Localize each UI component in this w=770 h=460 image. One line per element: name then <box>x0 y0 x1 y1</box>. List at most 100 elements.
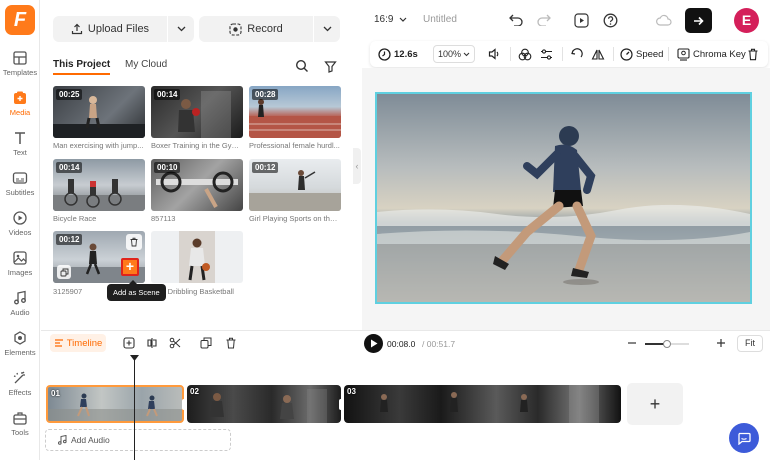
speedometer-icon <box>620 47 633 61</box>
play-button[interactable] <box>364 334 383 353</box>
color-button[interactable] <box>518 41 532 67</box>
rail-item-effects[interactable]: Effects <box>0 370 40 408</box>
undo-button[interactable] <box>507 11 525 29</box>
record-icon <box>229 22 242 36</box>
zoom-in-button[interactable] <box>714 336 728 350</box>
rail-item-elements[interactable]: Elements <box>0 330 40 368</box>
flip-button[interactable] <box>591 41 605 67</box>
layers-icon <box>60 268 68 276</box>
rotate-button[interactable] <box>570 41 583 67</box>
plus-icon <box>717 339 725 347</box>
export-button[interactable] <box>685 8 712 33</box>
effects-icon <box>13 371 25 384</box>
timeline-clip[interactable]: 01 <box>46 385 184 423</box>
clip-frames-image <box>48 393 182 421</box>
rail-item-text[interactable]: Text <box>0 130 40 168</box>
screen-record-button[interactable] <box>572 11 590 29</box>
redo-button[interactable] <box>535 11 553 29</box>
media-panel: Upload Files Record This Project My Clou… <box>41 0 354 330</box>
images-icon <box>13 251 27 265</box>
scene-button[interactable] <box>57 265 71 279</box>
delete-media-button[interactable] <box>126 234 142 250</box>
delete-button[interactable] <box>224 336 238 350</box>
zoom-slider-handle[interactable] <box>663 340 671 348</box>
rail-item-templates[interactable]: Templates <box>0 50 40 88</box>
duration-badge: 00:12 <box>252 162 279 173</box>
app-logo[interactable]: F <box>5 5 35 35</box>
media-thumbnail[interactable]: 00:14 <box>151 86 243 138</box>
tab-my-cloud[interactable]: My Cloud <box>125 59 167 73</box>
rail-item-videos[interactable]: Videos <box>0 210 40 248</box>
add-clip-button[interactable]: + <box>627 383 683 425</box>
duration-badge: 00:28 <box>252 89 279 100</box>
cut-button[interactable] <box>168 336 182 350</box>
zoom-out-button[interactable] <box>625 336 639 350</box>
aspect-ratio-selector[interactable]: 16:9 <box>374 14 407 25</box>
search-icon <box>295 59 308 72</box>
rail-item-audio[interactable]: Audio <box>0 290 40 328</box>
media-label: Girl Playing Sports on the ... <box>249 214 341 223</box>
upload-files-button[interactable]: Upload Files <box>53 16 167 42</box>
timeline-zoom-slider[interactable] <box>645 340 689 348</box>
media-thumbnail[interactable]: 00:12 <box>249 159 341 211</box>
chroma-key-button[interactable]: Chroma Key <box>677 41 746 67</box>
rail-label: Media <box>9 108 31 117</box>
timeline-label: Timeline <box>66 337 103 349</box>
record-button[interactable]: Record <box>199 16 313 42</box>
add-audio-button[interactable]: Add Audio <box>45 429 231 451</box>
project-title[interactable]: Untitled <box>423 14 457 25</box>
record-dropdown-button[interactable] <box>314 16 340 42</box>
rotate-icon <box>571 47 583 57</box>
fit-button[interactable]: Fit <box>737 335 763 352</box>
media-label: 857113 <box>151 214 176 223</box>
split-button[interactable] <box>145 336 159 350</box>
tab-this-project[interactable]: This Project <box>53 59 111 75</box>
help-button[interactable] <box>601 11 619 29</box>
toolbar-divider <box>668 47 669 61</box>
adjust-button[interactable] <box>540 41 553 67</box>
media-thumbnail[interactable] <box>151 231 243 283</box>
timeline-toggle-button[interactable]: Timeline <box>50 334 106 352</box>
timeline-icon <box>54 339 63 347</box>
scissors-icon <box>169 337 181 349</box>
chevron-down-icon <box>323 26 331 32</box>
trash-icon <box>748 48 758 60</box>
rail-label: Images <box>7 268 33 277</box>
speed-label: Speed <box>636 48 664 60</box>
delete-clip-button[interactable] <box>747 41 759 67</box>
media-thumbnail[interactable]: 00:25 <box>53 86 145 138</box>
rail-item-tools[interactable]: Tools <box>0 410 40 448</box>
upload-icon <box>71 23 83 35</box>
playhead[interactable] <box>134 355 135 460</box>
volume-button[interactable] <box>488 41 501 67</box>
duration-button[interactable]: 12.6s <box>378 41 418 67</box>
speed-button[interactable]: Speed <box>620 41 663 67</box>
add-as-scene-button[interactable]: + <box>121 258 139 276</box>
duplicate-button[interactable] <box>199 336 213 350</box>
rail-item-images[interactable]: Images <box>0 250 40 288</box>
rail-item-subtitles[interactable]: Subtitles <box>0 170 40 208</box>
add-scene-tool-button[interactable] <box>122 336 136 350</box>
media-thumbnail[interactable]: 00:28 <box>249 86 341 138</box>
media-thumbnail[interactable]: 00:12 + <box>53 231 145 283</box>
collapse-panel-handle[interactable]: ‹ <box>353 148 361 184</box>
help-icon <box>603 13 617 27</box>
media-thumbnail[interactable]: 00:14 <box>53 159 145 211</box>
chroma-key-label: Chroma Key <box>693 48 746 60</box>
user-avatar[interactable]: E <box>734 8 759 33</box>
rail-item-media[interactable]: Media <box>0 90 40 128</box>
search-button[interactable] <box>290 54 314 78</box>
media-thumbnail[interactable]: 00:10 <box>151 159 243 211</box>
upload-dropdown-button[interactable] <box>168 16 194 42</box>
clip-frames-image <box>380 385 599 423</box>
timeline-clip[interactable]: 02 <box>187 385 341 423</box>
cloud-button[interactable] <box>655 11 673 29</box>
chat-support-button[interactable] <box>729 423 759 453</box>
add-audio-label: Add Audio <box>71 435 110 445</box>
clip-frames-image <box>210 389 327 423</box>
timeline-clip[interactable]: 03 <box>344 385 621 423</box>
video-preview[interactable] <box>375 92 752 304</box>
filter-button[interactable] <box>318 54 342 78</box>
zoom-select[interactable]: 100% <box>433 45 475 63</box>
chat-icon <box>738 432 751 445</box>
